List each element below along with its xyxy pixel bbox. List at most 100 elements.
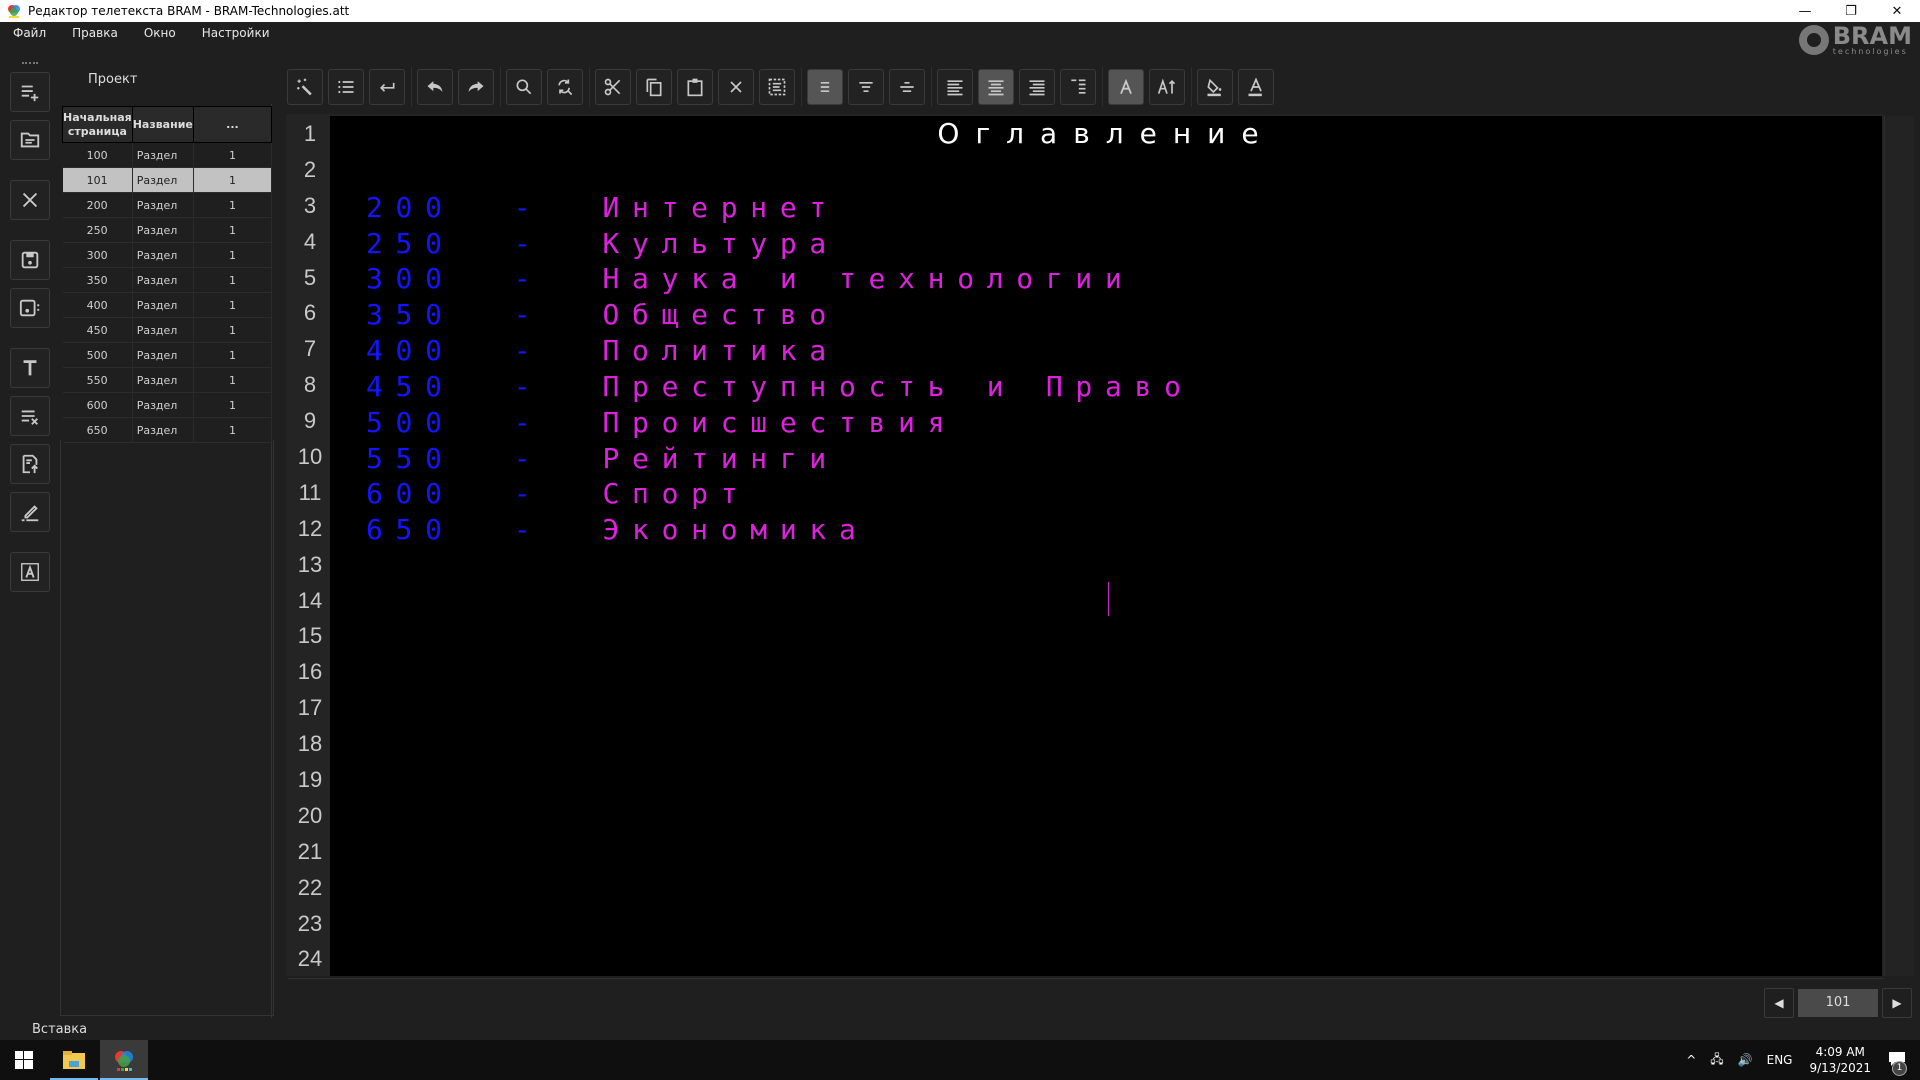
project-table-row[interactable]: 350 Раздел 1 [62, 267, 273, 293]
row-name[interactable]: Раздел [132, 367, 194, 393]
copy-button[interactable] [636, 69, 672, 105]
row-start-page[interactable]: 300 [62, 242, 133, 268]
project-table-row[interactable]: 550 Раздел 1 [62, 367, 273, 393]
undo-button[interactable] [417, 69, 453, 105]
restore-button[interactable]: ❐ [1828, 0, 1874, 22]
save-as-button[interactable] [10, 288, 50, 328]
row-start-page[interactable]: 200 [62, 192, 133, 218]
save-button[interactable] [10, 240, 50, 280]
project-table-row[interactable]: 250 Раздел 1 [62, 217, 273, 243]
tray-chevron-icon[interactable]: ^ [1686, 1053, 1696, 1067]
font-size-button[interactable] [1149, 69, 1185, 105]
row-start-page[interactable]: 400 [62, 292, 133, 318]
page-number-input[interactable] [1798, 989, 1878, 1017]
replace-button[interactable] [547, 69, 583, 105]
font-box-button[interactable] [10, 552, 50, 592]
row-count[interactable]: 1 [193, 417, 273, 443]
minimize-button[interactable]: — [1782, 0, 1828, 22]
project-table-row[interactable]: 101 Раздел 1 [62, 167, 273, 193]
project-table-row[interactable]: 400 Раздел 1 [62, 292, 273, 318]
toc-entry-line[interactable]: 500 - Происшествия [366, 405, 1882, 441]
row-count[interactable]: 1 [193, 192, 273, 218]
text-color-button[interactable] [1238, 69, 1274, 105]
row-count[interactable]: 1 [193, 342, 273, 368]
clear-format-button[interactable] [10, 396, 50, 436]
row-name[interactable]: Раздел [132, 392, 194, 418]
row-start-page[interactable]: 350 [62, 267, 133, 293]
toc-entry-line[interactable]: 350 - Общество [366, 297, 1882, 333]
toc-entry-line[interactable]: 550 - Рейтинги [366, 441, 1882, 477]
row-count[interactable]: 1 [193, 217, 273, 243]
row-name[interactable]: Раздел [132, 317, 194, 343]
row-name[interactable]: Раздел [132, 192, 194, 218]
redo-button[interactable] [458, 69, 494, 105]
row-count[interactable]: 1 [193, 292, 273, 318]
page-title-line[interactable]: Оглавление [330, 116, 1882, 152]
menu-window[interactable]: Окно [131, 26, 189, 40]
toc-entry-line[interactable]: 650 - Экономика [366, 512, 1882, 548]
line-break-button[interactable] [369, 69, 405, 105]
column-header-name[interactable]: Название [131, 106, 194, 143]
row-name[interactable]: Раздел [132, 342, 194, 368]
row-start-page[interactable]: 250 [62, 217, 133, 243]
edit-button[interactable] [10, 492, 50, 532]
vertical-scrollbar[interactable] [1884, 116, 1914, 976]
row-name[interactable]: Раздел [132, 167, 194, 193]
input-language[interactable]: ENG [1767, 1053, 1793, 1067]
row-start-page[interactable]: 650 [62, 417, 133, 443]
row-name[interactable]: Раздел [132, 417, 194, 443]
row-count[interactable]: 1 [193, 317, 273, 343]
row-name[interactable]: Раздел [132, 292, 194, 318]
delete-button[interactable] [718, 69, 754, 105]
toc-entry-line[interactable]: 250 - Культура [366, 226, 1882, 262]
cut-button[interactable] [595, 69, 631, 105]
prev-page-button[interactable]: ◀ [1764, 988, 1794, 1018]
sidebar-drag-handle[interactable] [22, 62, 38, 66]
row-name[interactable]: Раздел [132, 242, 194, 268]
row-count[interactable]: 1 [193, 392, 273, 418]
export-button[interactable] [10, 444, 50, 484]
row-count[interactable]: 1 [193, 242, 273, 268]
project-table-row[interactable]: 600 Раздел 1 [62, 392, 273, 418]
file-explorer-taskbar-button[interactable] [50, 1040, 98, 1080]
row-name[interactable]: Раздел [132, 142, 194, 168]
row-start-page[interactable]: 500 [62, 342, 133, 368]
row-count[interactable]: 1 [193, 142, 273, 168]
toc-entry-line[interactable]: 300 - Наука и технологии [366, 261, 1882, 297]
project-table-row[interactable]: 500 Раздел 1 [62, 342, 273, 368]
project-table-row[interactable]: 450 Раздел 1 [62, 317, 273, 343]
project-table-row[interactable]: 200 Раздел 1 [62, 192, 273, 218]
paste-button[interactable] [677, 69, 713, 105]
menu-edit[interactable]: Правка [59, 26, 131, 40]
project-table-row[interactable]: 300 Раздел 1 [62, 242, 273, 268]
row-start-page[interactable]: 101 [62, 167, 133, 193]
network-icon[interactable]: 🖧 [1710, 1050, 1723, 1071]
row-start-page[interactable]: 450 [62, 317, 133, 343]
row-start-page[interactable]: 550 [62, 367, 133, 393]
start-button[interactable] [0, 1040, 48, 1080]
add-page-button[interactable] [10, 72, 50, 112]
toc-entry-line[interactable]: 400 - Политика [366, 333, 1882, 369]
menu-file[interactable]: Файл [0, 26, 59, 40]
fill-color-button[interactable] [1197, 69, 1233, 105]
row-count[interactable]: 1 [193, 167, 273, 193]
valign-middle-button[interactable] [807, 69, 843, 105]
volume-icon[interactable]: 🔊 [1738, 1053, 1753, 1067]
bram-taskbar-button[interactable] [100, 1040, 148, 1080]
list-button[interactable] [328, 69, 364, 105]
horizontal-scrollbar[interactable] [288, 978, 1884, 984]
row-start-page[interactable]: 600 [62, 392, 133, 418]
open-folder-button[interactable] [10, 120, 50, 160]
toc-entry-line[interactable]: 200 - Интернет [366, 190, 1882, 226]
align-right-button[interactable] [1019, 69, 1055, 105]
close-window-button[interactable]: ✕ [1874, 0, 1920, 22]
row-count[interactable]: 1 [193, 367, 273, 393]
row-count[interactable]: 1 [193, 267, 273, 293]
align-center-button[interactable] [978, 69, 1014, 105]
clock[interactable]: 4:09 AM 9/13/2021 [1809, 1044, 1871, 1076]
font-button[interactable] [1108, 69, 1144, 105]
close-file-button[interactable] [10, 180, 50, 220]
toc-entry-line[interactable]: 600 - Спорт [366, 476, 1882, 512]
column-header-start-page[interactable]: Начальная страница [62, 106, 133, 143]
valign-bottom-button[interactable] [889, 69, 925, 105]
